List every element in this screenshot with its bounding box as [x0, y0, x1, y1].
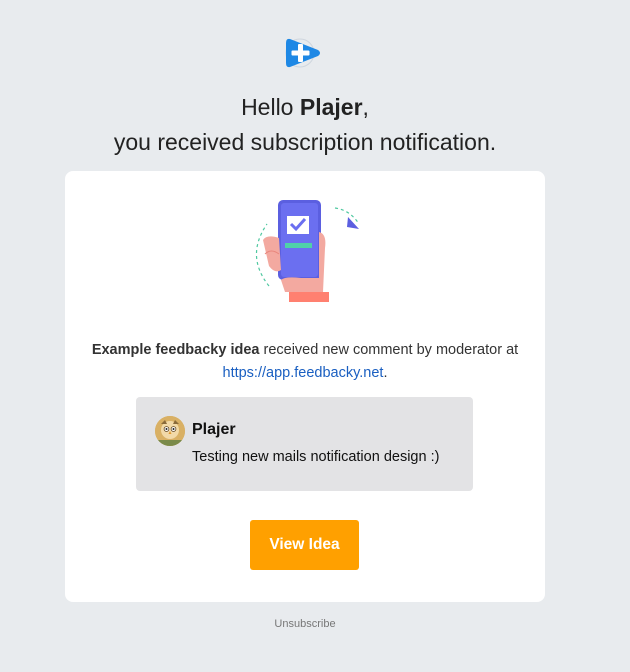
comment-text: Testing new mails notification design :): [192, 449, 440, 465]
feedbacky-link[interactable]: https://app.feedbacky.net: [223, 365, 384, 381]
unsubscribe-link[interactable]: Unsubscribe: [0, 618, 610, 630]
notification-subtitle: you received subscription notification.: [113, 129, 497, 155]
user-avatar-icon: [155, 416, 185, 446]
idea-title: Example feedbacky idea: [91, 342, 260, 358]
greeting-suffix: ,: [362, 94, 369, 120]
greeting-heading: Hello Plajer,: [0, 92, 610, 122]
avatar: [155, 416, 185, 446]
link-suffix: .: [383, 365, 388, 381]
view-idea-button[interactable]: View Idea: [250, 520, 359, 570]
notification-card: Example feedbacky idea received new comm…: [65, 171, 545, 602]
feedbacky-logo-icon: [285, 38, 320, 68]
greeting-prefix: Hello: [241, 94, 294, 120]
notification-message: Example feedbacky idea received new comm…: [65, 339, 545, 385]
comment-box: Plajer Testing new mails notification de…: [136, 397, 473, 491]
hand-phone-illustration-icon: [255, 200, 360, 302]
greeting-user-name: Plajer: [299, 94, 363, 120]
comment-author: Plajer: [192, 421, 236, 438]
message-text: received new comment by moderator at: [259, 342, 519, 358]
